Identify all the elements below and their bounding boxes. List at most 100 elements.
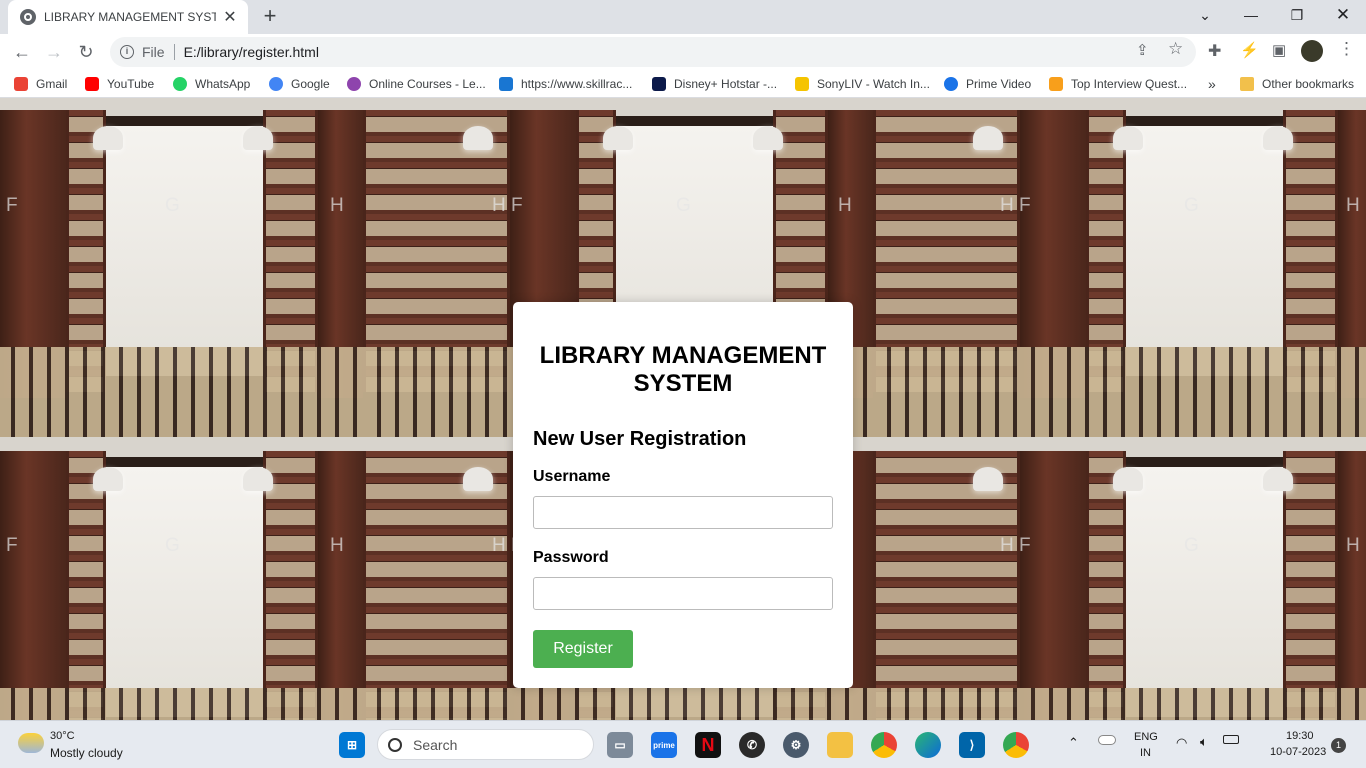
search-placeholder: Search	[413, 736, 458, 753]
close-window-button[interactable]: ✕	[1320, 0, 1366, 30]
star-icon[interactable]: ☆	[1168, 39, 1183, 59]
background-shelf	[263, 451, 318, 720]
bookmark-top-interview[interactable]: Top Interview Quest...	[1049, 75, 1187, 93]
youtube-icon	[85, 77, 99, 91]
bookmark-sonyliv[interactable]: SonyLIV - Watch In...	[795, 75, 930, 93]
bookmark-online-courses[interactable]: Online Courses - Le...	[347, 75, 486, 93]
background-letter: H F	[1000, 535, 1031, 556]
chevron-up-icon[interactable]: ⌃	[1068, 735, 1079, 751]
weather-desc[interactable]: Mostly cloudy	[50, 746, 123, 760]
new-tab-button[interactable]: +	[258, 5, 282, 29]
volume-icon[interactable]: 🔈︎	[1200, 734, 1208, 750]
background-lamp	[93, 467, 123, 491]
bookmark-skillrack[interactable]: https://www.skillrac...	[499, 75, 632, 93]
info-icon[interactable]: i	[120, 45, 134, 59]
background-letter: G	[1184, 535, 1199, 556]
background-letter: F	[6, 195, 18, 216]
google-icon	[269, 77, 283, 91]
whatsapp-icon	[173, 77, 187, 91]
prime-video-icon	[944, 77, 958, 91]
tab-search-chevron-icon[interactable]: ⌄	[1182, 0, 1228, 30]
bookmark-google[interactable]: Google	[269, 75, 330, 93]
forward-arrow-icon[interactable]: →	[42, 40, 66, 64]
background-pillar	[0, 451, 66, 720]
background-floor	[0, 688, 363, 720]
page-title: LIBRARY MANAGEMENT SYSTEM	[539, 342, 827, 397]
gmail-icon	[14, 77, 28, 91]
background-shelf	[873, 451, 1020, 720]
bookmark-whatsapp[interactable]: WhatsApp	[173, 75, 250, 93]
clock-date[interactable]: 10-07-2023	[1270, 746, 1326, 758]
background-lamp	[243, 126, 273, 150]
more-bookmarks-chevron-icon[interactable]: »	[1208, 75, 1216, 93]
side-panel-icon[interactable]: ▣	[1272, 41, 1286, 59]
background-lightwell	[103, 126, 263, 376]
registration-card: LIBRARY MANAGEMENT SYSTEM New User Regis…	[513, 302, 853, 688]
prime-video-app-icon[interactable]: prime	[651, 732, 677, 758]
weather-temp[interactable]: 30°C	[50, 730, 75, 742]
chrome-profile-icon[interactable]	[1003, 732, 1029, 758]
background-letter: G	[165, 195, 180, 216]
page-viewport: FGHH FGHH FGHFGHH FGHH FGH LIBRARY MANAG…	[0, 98, 1366, 720]
url-scheme: File	[142, 44, 165, 60]
background-tile	[0, 98, 363, 437]
settings-gear-icon[interactable]: ⚙	[783, 732, 809, 758]
whatsapp-app-icon[interactable]: ✆	[739, 732, 765, 758]
minimize-button[interactable]: —	[1228, 0, 1274, 30]
taskbar-search[interactable]: Search	[377, 729, 594, 760]
edge-icon[interactable]	[915, 732, 941, 758]
tab-active[interactable]: LIBRARY MANAGEMENT SYSTEM ✕	[8, 0, 248, 34]
share-icon[interactable]: ⇪	[1136, 41, 1149, 59]
globe-icon	[20, 9, 36, 25]
background-letter: H F	[492, 195, 523, 216]
netflix-icon[interactable]: N	[695, 732, 721, 758]
notification-badge[interactable]: 1	[1331, 738, 1346, 753]
vscode-icon[interactable]: ⟩	[959, 732, 985, 758]
background-pillar	[318, 451, 363, 720]
address-bar[interactable]: i File E:/library/register.html	[110, 37, 1196, 67]
extensions-icon[interactable]: ✚	[1208, 41, 1221, 61]
background-shelf	[1086, 451, 1126, 720]
tab-title: LIBRARY MANAGEMENT SYSTEM	[44, 10, 216, 24]
username-input[interactable]	[533, 496, 833, 529]
background-lamp	[603, 126, 633, 150]
task-view-icon[interactable]: ▭	[607, 732, 633, 758]
hotstar-icon	[652, 77, 666, 91]
skillrack-icon	[499, 77, 513, 91]
background-letter: H F	[1000, 195, 1031, 216]
bookmarks-bar: Gmail YouTube WhatsApp Google Online Cou…	[0, 70, 1366, 98]
bookmark-prime-video[interactable]: Prime Video	[944, 75, 1031, 93]
tab-strip: LIBRARY MANAGEMENT SYSTEM ✕ + ⌄ — ❐ ✕	[0, 0, 1366, 34]
other-bookmarks[interactable]: Other bookmarks	[1240, 75, 1354, 93]
back-arrow-icon[interactable]: ←	[10, 40, 34, 64]
background-lamp	[753, 126, 783, 150]
onedrive-cloud-icon[interactable]	[1098, 735, 1116, 745]
search-icon	[388, 737, 402, 752]
url-text[interactable]: E:/library/register.html	[184, 44, 319, 60]
background-tile	[873, 98, 1366, 437]
performance-icon[interactable]: ⚡	[1240, 41, 1259, 59]
register-button[interactable]: Register	[533, 630, 633, 668]
reload-icon[interactable]: ↻	[74, 40, 98, 64]
username-label: Username	[533, 468, 611, 485]
background-lamp	[1263, 126, 1293, 150]
region[interactable]: IN	[1140, 747, 1151, 759]
bookmark-youtube[interactable]: YouTube	[85, 75, 154, 93]
restore-button[interactable]: ❐	[1274, 0, 1320, 30]
bookmark-gmail[interactable]: Gmail	[14, 75, 67, 93]
chrome-icon[interactable]	[871, 732, 897, 758]
wifi-icon[interactable]: ◠	[1176, 735, 1187, 751]
interview-icon	[1049, 77, 1063, 91]
background-lamp	[1263, 467, 1293, 491]
file-explorer-icon[interactable]	[827, 732, 853, 758]
battery-icon[interactable]	[1223, 735, 1239, 744]
close-tab-icon[interactable]: ✕	[222, 7, 238, 27]
menu-kebab-icon[interactable]: ⋮	[1338, 39, 1355, 59]
clock-time[interactable]: 19:30	[1286, 730, 1314, 742]
password-input[interactable]	[533, 577, 833, 610]
language[interactable]: ENG	[1134, 731, 1158, 743]
bookmark-hotstar[interactable]: Disney+ Hotstar -...	[652, 75, 777, 93]
profile-avatar[interactable]	[1301, 40, 1323, 62]
windows-start-icon[interactable]: ⊞	[339, 732, 365, 758]
taskbar: 30°C Mostly cloudy ⊞ Search ▭ prime N ✆ …	[0, 720, 1366, 768]
